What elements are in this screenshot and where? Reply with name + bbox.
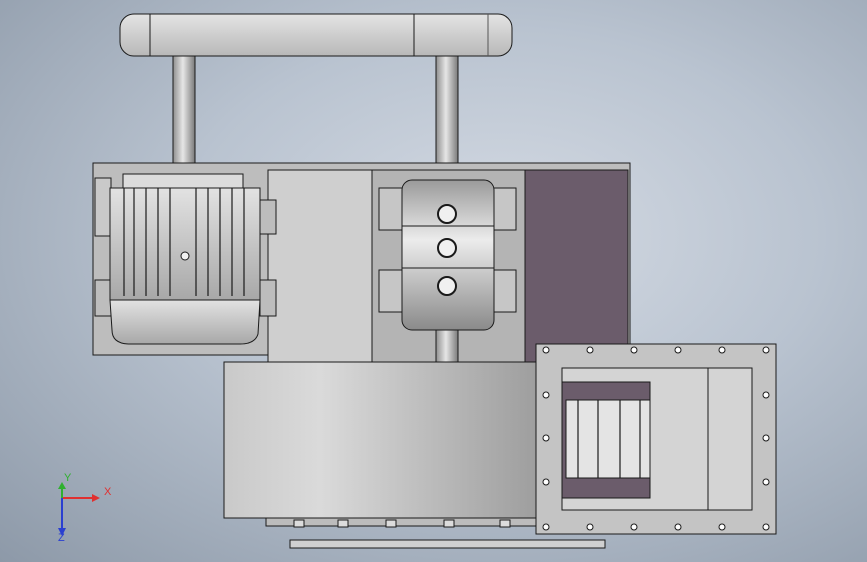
- triad-axes: [58, 482, 100, 536]
- graphics-viewport[interactable]: X Y Z: [0, 0, 867, 562]
- z-axis-label: Z: [58, 532, 65, 544]
- x-axis-label: X: [104, 486, 112, 498]
- electric-motor[interactable]: [94, 173, 277, 345]
- side-panel: [524, 169, 629, 363]
- pulley-shaft-right[interactable]: [435, 55, 459, 173]
- belt-housing[interactable]: [119, 13, 513, 57]
- y-axis-label: Y: [64, 472, 72, 484]
- pulley-shaft-left[interactable]: [172, 55, 196, 173]
- inlet-flange[interactable]: [535, 343, 777, 535]
- cad-model[interactable]: [0, 0, 867, 562]
- reference-triad: X Y Z: [44, 472, 124, 548]
- outlet-base[interactable]: [289, 539, 606, 549]
